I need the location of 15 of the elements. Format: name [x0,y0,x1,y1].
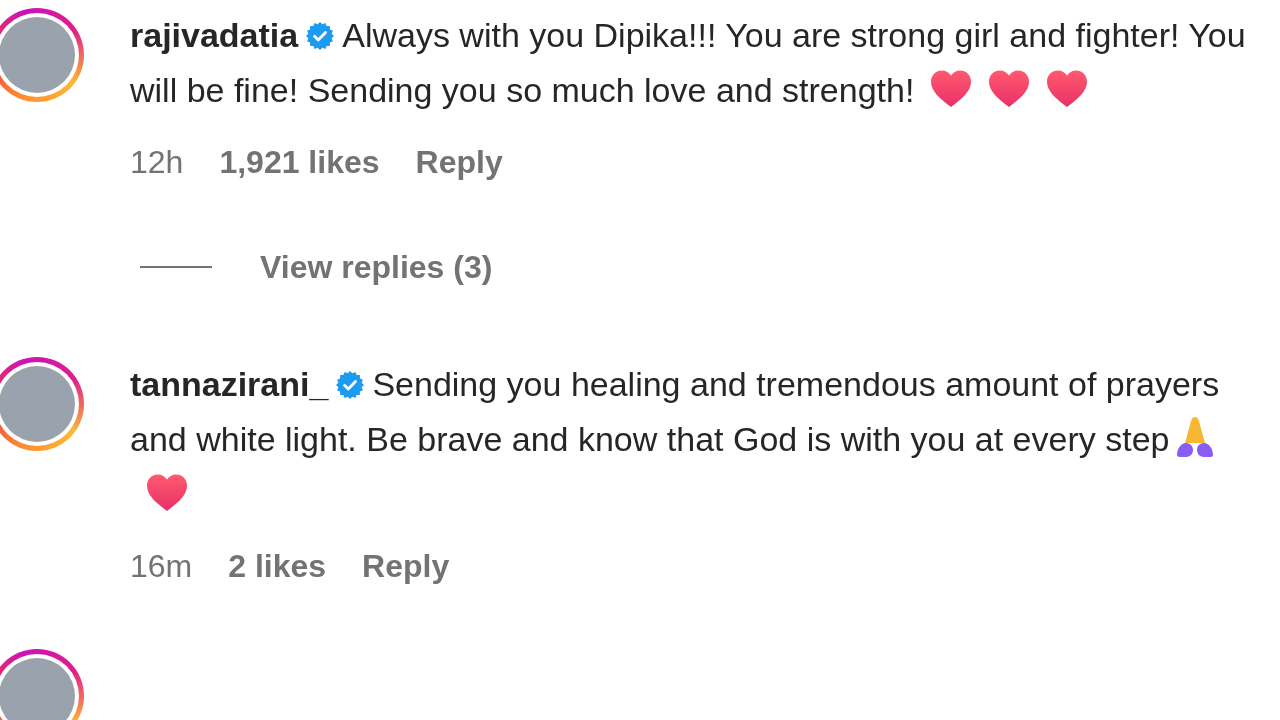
heart-icon [146,474,188,512]
like-count[interactable]: 2 likes [228,544,327,588]
comment-text: rajivadatia Always with you Dipika!!! You are strong girl and fighter! You will be fine! Sending you so much love and strength! [130,15,1247,111]
comment-time: 16m [130,547,193,586]
heart-icon [1046,70,1089,108]
heart-icon [930,70,973,108]
reply-button[interactable]: Reply [415,140,503,184]
comment-time: 12h [130,143,184,182]
username-link[interactable]: tannazirani_ [130,365,329,403]
comment-text: tannazirani_ Sending you healing and tremendous amount of prayers and white light. Be brave and know that God is with you at every step [130,357,1270,522]
view-replies-button[interactable]: View replies (3) [260,245,493,289]
username-link[interactable]: rajivadatia [130,16,299,54]
like-count[interactable]: 1,921 likes [219,140,380,184]
heart-icon [988,70,1031,108]
reply-button[interactable]: Reply [362,544,450,588]
